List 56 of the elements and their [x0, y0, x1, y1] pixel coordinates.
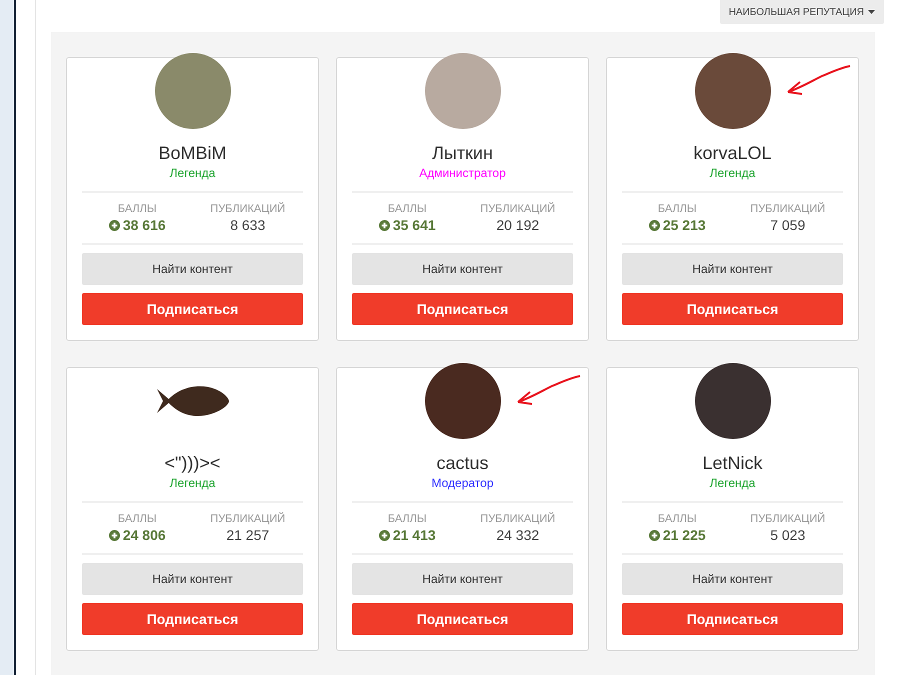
- points-label: БАЛЛЫ: [658, 513, 697, 526]
- member-name[interactable]: korvaLOL: [693, 142, 772, 164]
- sort-dropdown[interactable]: НАИБОЛЬШАЯ РЕПУТАЦИЯ: [720, 0, 884, 24]
- plus-circle-icon: [648, 220, 660, 231]
- find-content-button[interactable]: Найти контент: [622, 563, 843, 596]
- member-role: Администратор: [419, 165, 506, 181]
- member-role: Легенда: [170, 165, 216, 181]
- posts-value: 7 059: [770, 217, 806, 234]
- posts-label: ПУБЛИКАЦИЙ: [480, 513, 556, 526]
- member-name[interactable]: BoMBiM: [158, 142, 226, 164]
- plus-circle-icon: [108, 220, 120, 231]
- points-label: БАЛЛЫ: [388, 203, 427, 216]
- member-name[interactable]: cactus: [436, 452, 489, 474]
- find-content-button[interactable]: Найти контент: [352, 563, 573, 596]
- posts-value: 20 192: [496, 217, 540, 234]
- points-value: 24 806: [122, 527, 166, 544]
- follow-button[interactable]: Подписаться: [82, 293, 303, 325]
- member-role: Легенда: [170, 475, 216, 491]
- points-label: БАЛЛЫ: [658, 203, 697, 216]
- member-name[interactable]: LetNick: [702, 452, 763, 474]
- follow-button[interactable]: Подписаться: [82, 603, 303, 635]
- posts-label: ПУБЛИКАЦИЙ: [750, 203, 826, 216]
- member-name[interactable]: <")))><: [164, 452, 220, 474]
- plus-circle-icon: [378, 220, 390, 231]
- find-content-button[interactable]: Найти контент: [352, 253, 573, 286]
- points-label: БАЛЛЫ: [118, 203, 157, 216]
- plus-circle-icon: [108, 530, 120, 541]
- plus-circle-icon: [648, 530, 660, 541]
- posts-value: 21 257: [226, 527, 270, 544]
- posts-label: ПУБЛИКАЦИЙ: [210, 203, 286, 216]
- points-value: 21 413: [392, 527, 436, 544]
- posts-label: ПУБЛИКАЦИЙ: [750, 513, 826, 526]
- follow-button[interactable]: Подписаться: [352, 603, 573, 635]
- points-label: БАЛЛЫ: [388, 513, 427, 526]
- plus-circle-icon: [378, 530, 390, 541]
- follow-button[interactable]: Подписаться: [352, 293, 573, 325]
- posts-value: 8 633: [230, 217, 266, 234]
- caret-icon: [868, 10, 875, 14]
- member-name[interactable]: Лыткин: [432, 142, 493, 164]
- points-value: 25 213: [662, 217, 706, 234]
- follow-button[interactable]: Подписаться: [622, 603, 843, 635]
- find-content-button[interactable]: Найти контент: [82, 253, 303, 286]
- find-content-button[interactable]: Найти контент: [622, 253, 843, 286]
- points-value: 35 641: [392, 217, 436, 234]
- posts-label: ПУБЛИКАЦИЙ: [210, 513, 286, 526]
- posts-label: ПУБЛИКАЦИЙ: [480, 203, 556, 216]
- points-label: БАЛЛЫ: [118, 513, 157, 526]
- points-value: 38 616: [122, 217, 166, 234]
- member-role: Легенда: [710, 165, 756, 181]
- posts-value: 24 332: [496, 527, 540, 544]
- member-role: Легенда: [710, 475, 756, 491]
- follow-button[interactable]: Подписаться: [622, 293, 843, 325]
- posts-value: 5 023: [770, 527, 806, 544]
- points-value: 21 225: [662, 527, 706, 544]
- find-content-button[interactable]: Найти контент: [82, 563, 303, 596]
- member-role: Модератор: [431, 475, 494, 491]
